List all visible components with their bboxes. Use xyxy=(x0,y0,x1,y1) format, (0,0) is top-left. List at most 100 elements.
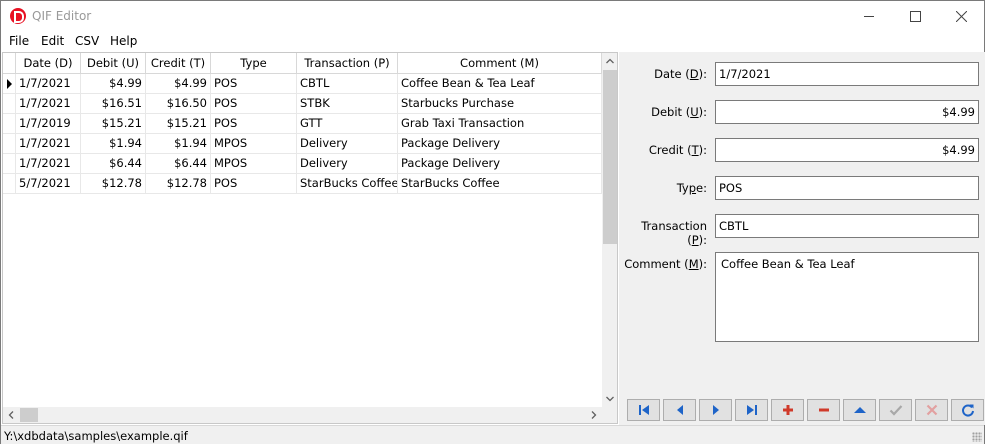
credit-field[interactable]: $4.99 xyxy=(715,138,979,162)
table-row[interactable]: 1/7/2021 $1.94 $1.94 MPOS Delivery Package De… xyxy=(3,134,602,154)
horizontal-scroll-thumb[interactable] xyxy=(20,408,38,422)
cell-debit[interactable]: $1.94 xyxy=(81,134,146,154)
triangle-up-icon xyxy=(853,407,866,413)
table-row[interactable]: 1/7/2021 $16.51 $16.50 POS STBK Starbucks Pur… xyxy=(3,94,602,114)
column-header-comment[interactable]: Comment (M) xyxy=(398,53,602,74)
cell-comment[interactable]: Starbucks Purchase xyxy=(398,94,602,114)
cell-type[interactable]: MPOS xyxy=(211,134,297,154)
table-row[interactable]: 1/7/2019 $15.21 $15.21 POS GTT Grab Taxi Tran… xyxy=(3,114,602,134)
row-indicator[interactable] xyxy=(3,114,16,134)
cell-transaction[interactable]: Delivery xyxy=(297,134,398,154)
vertical-scrollbar[interactable] xyxy=(602,53,617,407)
cell-comment[interactable]: StarBucks Coffee xyxy=(398,174,602,194)
app-logo-icon xyxy=(10,8,26,24)
current-row-indicator-icon[interactable] xyxy=(3,74,16,94)
cell-comment[interactable]: Coffee Bean & Tea Leaf xyxy=(398,74,602,94)
file-path-status: Y:\xdbdata\samples\example.qif xyxy=(4,429,188,443)
cell-type[interactable]: POS xyxy=(211,114,297,134)
vertical-scroll-thumb[interactable] xyxy=(603,70,617,244)
cell-comment[interactable]: Package Delivery xyxy=(398,154,602,174)
skip-last-icon xyxy=(746,405,757,415)
column-header-debit[interactable]: Debit (U) xyxy=(81,53,146,74)
table-row[interactable]: 1/7/2021 $6.44 $6.44 MPOS Delivery Package De… xyxy=(3,154,602,174)
edit-record-button[interactable] xyxy=(843,399,876,421)
cell-comment[interactable]: Grab Taxi Transaction xyxy=(398,114,602,134)
row-indicator[interactable] xyxy=(3,94,16,114)
delete-record-button[interactable] xyxy=(807,399,840,421)
first-record-button[interactable] xyxy=(627,399,660,421)
row-indicator[interactable] xyxy=(3,154,16,174)
transaction-field[interactable]: CBTL xyxy=(715,214,979,238)
cell-debit[interactable]: $16.51 xyxy=(81,94,146,114)
table-row[interactable]: 5/7/2021 $12.78 $12.78 POS StarBucks Coffee S… xyxy=(3,174,602,194)
next-record-button[interactable] xyxy=(699,399,732,421)
date-field[interactable]: 1/7/2021 xyxy=(715,62,979,86)
cell-debit[interactable]: $15.21 xyxy=(81,114,146,134)
title-bar[interactable]: QIF Editor xyxy=(1,1,984,31)
cell-debit[interactable]: $4.99 xyxy=(81,74,146,94)
row-indicator[interactable] xyxy=(3,134,16,154)
menu-edit[interactable]: Edit xyxy=(41,34,64,48)
cell-comment[interactable]: Package Delivery xyxy=(398,134,602,154)
refresh-button[interactable] xyxy=(951,399,984,421)
cell-debit[interactable]: $12.78 xyxy=(81,174,146,194)
column-header-transaction[interactable]: Transaction (P) xyxy=(297,53,398,74)
column-header-type[interactable]: Type xyxy=(211,53,297,74)
cell-credit[interactable]: $15.21 xyxy=(146,114,211,134)
horizontal-scrollbar[interactable] xyxy=(3,407,602,423)
cell-type[interactable]: POS xyxy=(211,94,297,114)
column-header-credit[interactable]: Credit (T) xyxy=(146,53,211,74)
cell-credit[interactable]: $12.78 xyxy=(146,174,211,194)
cell-date[interactable]: 1/7/2019 xyxy=(16,114,81,134)
date-label: Date (D): xyxy=(654,67,707,81)
cell-date[interactable]: 1/7/2021 xyxy=(16,94,81,114)
menu-file[interactable]: File xyxy=(9,34,29,48)
cell-transaction[interactable]: CBTL xyxy=(297,74,398,94)
cell-credit[interactable]: $6.44 xyxy=(146,154,211,174)
close-button[interactable] xyxy=(938,1,984,31)
row-indicator[interactable] xyxy=(3,174,16,194)
next-icon xyxy=(712,405,719,415)
cell-debit[interactable]: $6.44 xyxy=(81,154,146,174)
post-record-button xyxy=(879,399,912,421)
cell-transaction[interactable]: GTT xyxy=(297,114,398,134)
cell-date[interactable]: 1/7/2021 xyxy=(16,74,81,94)
prior-record-button[interactable] xyxy=(663,399,696,421)
cell-date[interactable]: 1/7/2021 xyxy=(16,154,81,174)
minus-icon xyxy=(818,408,829,412)
cell-transaction[interactable]: Delivery xyxy=(297,154,398,174)
cell-type[interactable]: POS xyxy=(211,74,297,94)
maximize-button[interactable] xyxy=(892,1,938,31)
table-row[interactable]: 1/7/2021 $4.99 $4.99 POS CBTL Coffee Bean & T… xyxy=(3,74,602,94)
cell-date[interactable]: 5/7/2021 xyxy=(16,174,81,194)
debit-field[interactable]: $4.99 xyxy=(715,100,979,124)
insert-record-button[interactable] xyxy=(771,399,804,421)
column-header-date[interactable]: Date (D) xyxy=(16,53,81,74)
minimize-button[interactable] xyxy=(846,1,892,31)
cancel-edit-button xyxy=(915,399,948,421)
cell-date[interactable]: 1/7/2021 xyxy=(16,134,81,154)
debit-label: Debit (U): xyxy=(651,105,707,119)
cell-type[interactable]: MPOS xyxy=(211,154,297,174)
cell-transaction[interactable]: STBK xyxy=(297,94,398,114)
cell-transaction[interactable]: StarBucks Coffee xyxy=(297,174,398,194)
skip-first-icon xyxy=(638,405,649,415)
menu-help[interactable]: Help xyxy=(110,34,137,48)
refresh-icon xyxy=(961,404,974,417)
cell-credit[interactable]: $4.99 xyxy=(146,74,211,94)
scroll-up-arrow-icon[interactable] xyxy=(602,53,617,69)
last-record-button[interactable] xyxy=(735,399,768,421)
cell-type[interactable]: POS xyxy=(211,174,297,194)
resize-grip-icon[interactable] xyxy=(972,432,982,442)
type-field[interactable]: POS xyxy=(715,176,979,200)
cell-credit[interactable]: $16.50 xyxy=(146,94,211,114)
scroll-right-arrow-icon[interactable] xyxy=(586,407,602,423)
status-bar: Y:\xdbdata\samples\example.qif xyxy=(1,425,984,444)
comment-field[interactable]: Coffee Bean & Tea Leaf xyxy=(715,252,979,342)
credit-label: Credit (T): xyxy=(648,143,707,157)
scroll-left-arrow-icon[interactable] xyxy=(3,407,19,423)
menu-csv[interactable]: CSV xyxy=(75,34,99,48)
transactions-grid[interactable]: Date (D) Debit (U) Credit (T) Type Trans… xyxy=(2,52,618,424)
scroll-down-arrow-icon[interactable] xyxy=(602,391,617,407)
cell-credit[interactable]: $1.94 xyxy=(146,134,211,154)
